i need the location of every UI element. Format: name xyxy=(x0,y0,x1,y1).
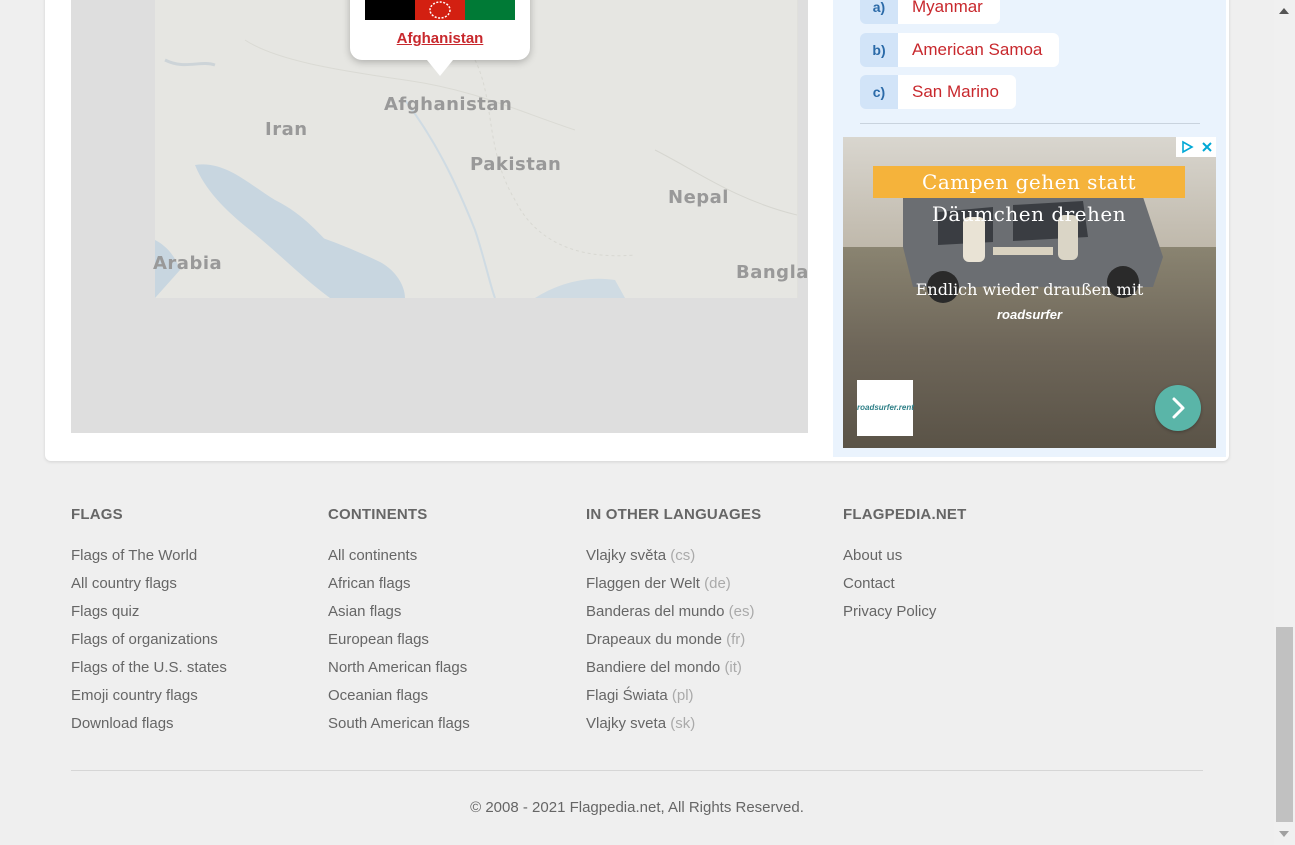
map-popup: Afghanistan xyxy=(350,0,530,76)
footer-language-link[interactable]: Drapeaux du monde (fr) xyxy=(586,631,761,659)
language-name: Drapeaux du monde xyxy=(586,631,722,648)
quiz-divider xyxy=(860,123,1200,124)
popup-country-link[interactable]: Afghanistan xyxy=(350,30,530,47)
scroll-up-arrow-icon[interactable] xyxy=(1279,8,1289,14)
language-name: Bandiere del mondo xyxy=(586,659,721,676)
footer-link[interactable]: Emoji country flags xyxy=(71,687,227,715)
footer-divider xyxy=(71,770,1203,771)
footer-language-link[interactable]: Banderas del mundo (es) xyxy=(586,603,761,631)
footer-link[interactable]: African flags xyxy=(328,575,470,603)
ad-subline: Endlich wieder draußen mit xyxy=(915,280,1144,299)
map-label-bangla: Bangla xyxy=(736,262,808,283)
map-label-iran: Iran xyxy=(265,119,308,140)
language-code: (sk) xyxy=(670,715,696,732)
footer-heading: IN OTHER LANGUAGES xyxy=(586,506,762,523)
advertisement[interactable]: Campen gehen statt Däumchen drehen Endli… xyxy=(843,137,1216,448)
footer-link[interactable]: South American flags xyxy=(328,715,470,743)
footer-language-link[interactable]: Bandiere del mondo (it) xyxy=(586,659,761,687)
footer-link[interactable]: Flags quiz xyxy=(71,603,227,631)
footer-link[interactable]: All country flags xyxy=(71,575,227,603)
footer-column-flags: FLAGS Flags of The World All country fla… xyxy=(71,506,227,743)
ad-headline: Campen gehen statt Däumchen drehen xyxy=(873,166,1185,226)
footer-link[interactable]: Flags of the U.S. states xyxy=(71,659,227,687)
flag-stripe-red xyxy=(415,0,465,20)
flag-stripe-green xyxy=(465,0,515,20)
footer-language-link[interactable]: Vlajky světa (cs) xyxy=(586,547,761,575)
footer-column-languages: IN OTHER LANGUAGES Vlajky světa (cs) Fla… xyxy=(586,506,761,743)
scrollbar[interactable] xyxy=(1274,0,1295,845)
footer-heading: FLAGPEDIA.NET xyxy=(843,506,967,523)
language-name: Vlajky světa xyxy=(586,547,667,564)
adchoices-icon[interactable] xyxy=(1180,140,1194,154)
answer-letter: c) xyxy=(860,75,898,109)
map-label-pakistan: Pakistan xyxy=(470,154,562,175)
language-code: (it) xyxy=(724,659,742,676)
language-name: Banderas del mundo xyxy=(586,603,725,620)
footer-column-flagpedia: FLAGPEDIA.NET About us Contact Privacy P… xyxy=(843,506,966,631)
answer-label: American Samoa xyxy=(898,33,1060,67)
flag-emblem-icon xyxy=(429,1,451,19)
close-icon[interactable] xyxy=(1201,141,1213,153)
footer-link[interactable]: Oceanian flags xyxy=(328,687,470,715)
ad-choices[interactable] xyxy=(1176,137,1216,157)
quiz-answer-b[interactable]: b) American Samoa xyxy=(860,33,1060,67)
scrollbar-thumb[interactable] xyxy=(1276,627,1293,822)
answer-label: San Marino xyxy=(898,75,1016,109)
ad-logo[interactable]: roadsurfer.rent xyxy=(857,380,914,436)
chevron-right-icon xyxy=(1172,397,1185,419)
quiz-answer-c[interactable]: c) San Marino xyxy=(860,75,1016,109)
copyright: © 2008 - 2021 Flagpedia.net, All Rights … xyxy=(470,799,804,816)
answer-letter: a) xyxy=(860,0,898,24)
language-code: (es) xyxy=(728,603,755,620)
footer-link[interactable]: About us xyxy=(843,547,966,575)
language-name: Vlajky sveta xyxy=(586,715,667,732)
scroll-down-arrow-icon[interactable] xyxy=(1279,831,1289,837)
language-code: (fr) xyxy=(726,631,746,648)
language-name: Flagi Świata xyxy=(586,687,668,704)
ad-brand: roadsurfer xyxy=(996,307,1063,322)
language-code: (cs) xyxy=(670,547,696,564)
footer-link[interactable]: Privacy Policy xyxy=(843,603,966,631)
footer-link[interactable]: Contact xyxy=(843,575,966,603)
footer-column-continents: CONTINENTS All continents African flags … xyxy=(328,506,470,743)
footer-language-link[interactable]: Flaggen der Welt (de) xyxy=(586,575,761,603)
footer-heading: FLAGS xyxy=(71,506,123,523)
afghanistan-flag xyxy=(365,0,515,20)
footer-link[interactable]: European flags xyxy=(328,631,470,659)
flag-stripe-black xyxy=(365,0,415,20)
language-code: (pl) xyxy=(671,687,694,704)
footer-link[interactable]: North American flags xyxy=(328,659,470,687)
footer-link[interactable]: Download flags xyxy=(71,715,227,743)
footer-link[interactable]: Asian flags xyxy=(328,603,470,631)
footer-link[interactable]: All continents xyxy=(328,547,470,575)
map-label-nepal: Nepal xyxy=(668,187,729,208)
footer-link[interactable]: Flags of The World xyxy=(71,547,227,575)
answer-label: Myanmar xyxy=(898,0,1000,24)
map-label-afghanistan: Afghanistan xyxy=(384,94,513,115)
footer-language-link[interactable]: Flagi Świata (pl) xyxy=(586,687,761,715)
answer-letter: b) xyxy=(860,33,898,67)
language-code: (de) xyxy=(704,575,731,592)
footer-link[interactable]: Flags of organizations xyxy=(71,631,227,659)
footer-heading: CONTINENTS xyxy=(328,506,428,523)
map-label-arabia: Arabia xyxy=(153,253,223,274)
footer-language-link[interactable]: Vlajky sveta (sk) xyxy=(586,715,761,743)
language-name: Flaggen der Welt xyxy=(586,575,700,592)
ad-next-button[interactable] xyxy=(1155,385,1201,431)
quiz-answer-a[interactable]: a) Myanmar xyxy=(860,0,1000,24)
